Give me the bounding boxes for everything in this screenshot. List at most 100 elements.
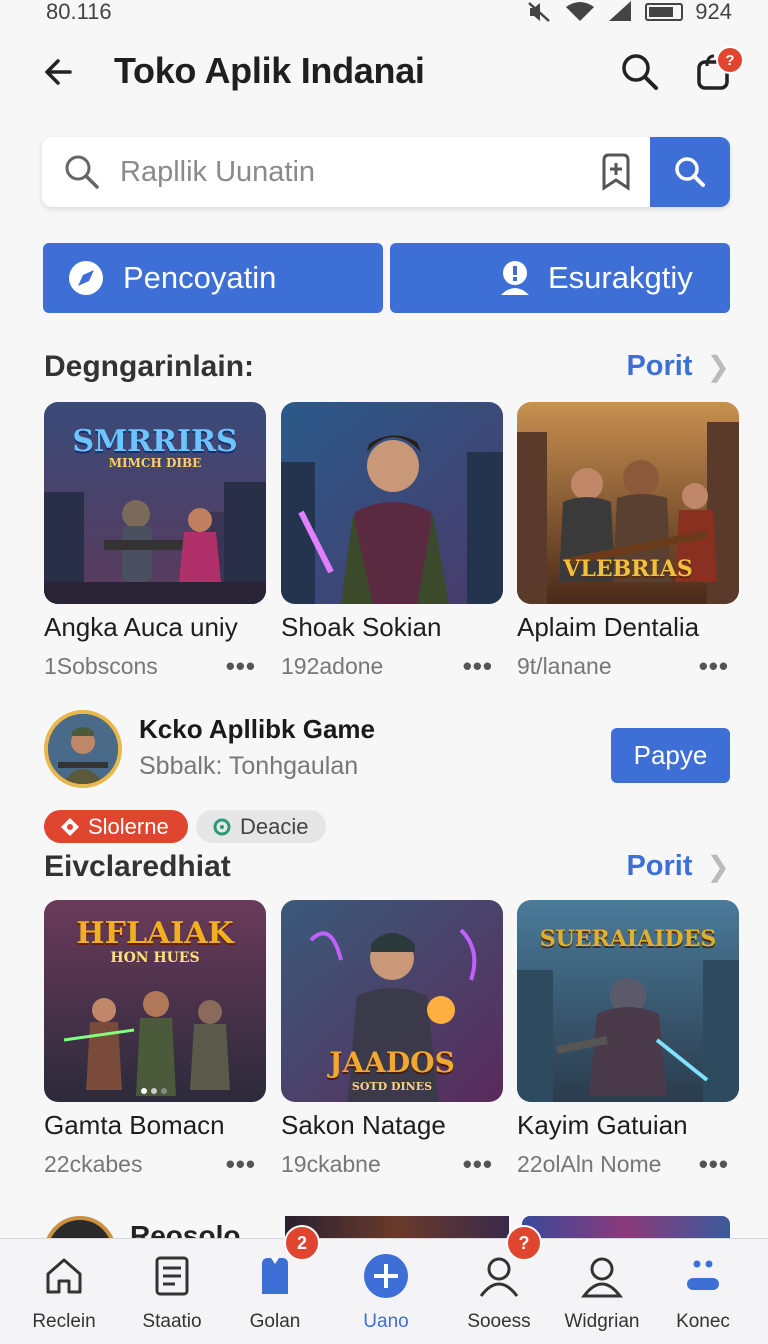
search-icon — [622, 54, 658, 90]
diamond-icon — [61, 817, 79, 836]
nav-label: Staatio — [142, 1311, 202, 1332]
search-icon — [65, 155, 99, 189]
app-meta: 9t/lanane — [517, 653, 612, 679]
more-icon — [678, 1251, 728, 1301]
app-name: Shoak Sokian — [281, 612, 442, 642]
search-input[interactable] — [102, 137, 594, 207]
see-all-link[interactable]: Porit ❯ — [626, 350, 730, 383]
compass-icon — [69, 261, 103, 295]
app-thumbnail: SUERAIAIDES — [517, 900, 739, 1102]
art-title: SMRRIRS — [72, 424, 238, 459]
app-card[interactable]: VLEBRIAS Aplaim Dentalia 9t/lanane ••• — [517, 402, 739, 682]
app-card[interactable]: SMRRIRS MIMCH DIBE Angka Auca uniy 1Sobs… — [44, 402, 266, 682]
nav-games[interactable]: 2 Golan — [225, 1225, 325, 1344]
app-name: Kayim Gatuian — [517, 1110, 688, 1140]
app-meta: 192adone — [281, 653, 384, 679]
bookmark-icon: 2 — [250, 1225, 320, 1301]
nav-social[interactable]: ? Sooess — [449, 1225, 549, 1344]
back-button[interactable] — [40, 52, 80, 92]
app-meta: 22olAln Nome — [517, 1151, 662, 1177]
app-thumbnail: VLEBRIAS — [517, 402, 739, 604]
mute-icon — [528, 2, 551, 22]
featured-app-name: Kcko Apllibk Game — [139, 714, 375, 744]
app-meta: 19ckabne — [281, 1151, 381, 1177]
art-subtitle: MIMCH DIBE — [108, 456, 202, 470]
nav-label: Golan — [249, 1311, 301, 1332]
categories-label: Pencoyatin — [123, 260, 277, 295]
add-circle-icon — [361, 1251, 411, 1301]
header-cart-button[interactable]: ? — [692, 46, 744, 94]
art-subtitle: SOTD DINES — [351, 1080, 433, 1093]
status-icons: 924 — [527, 0, 732, 25]
nav-badge: ? — [506, 1225, 542, 1261]
categories-button[interactable]: Pencoyatin — [43, 243, 383, 313]
app-name: Gamta Bomacn — [44, 1110, 225, 1140]
nav-label: Uano — [363, 1311, 409, 1332]
app-card[interactable]: Shoak Sokian 192adone ••• — [281, 402, 503, 682]
art-title: HFLAIAK — [76, 916, 234, 951]
battery-icon — [645, 3, 684, 21]
search-icon — [675, 157, 705, 187]
filter-chip[interactable]: Deacie — [196, 810, 326, 843]
battery-level: 924 — [695, 0, 732, 24]
section-title: Eivclaredhiat — [44, 850, 231, 883]
app-meta-row: 192adone ••• — [281, 651, 503, 682]
more-options-icon[interactable]: ••• — [226, 1149, 256, 1180]
search-bar — [42, 137, 730, 207]
chip-label: Slolerne — [88, 813, 169, 839]
art-subtitle: HON HUES — [110, 950, 200, 966]
see-all-label: Porit — [626, 350, 693, 382]
more-options-icon[interactable]: ••• — [226, 651, 256, 682]
app-meta: 1Sobscons — [44, 653, 158, 679]
more-options-icon[interactable]: ••• — [463, 651, 493, 682]
profile-button[interactable]: Esurakgtiy — [390, 243, 730, 313]
featured-app-avatar — [44, 710, 122, 788]
app-card[interactable]: SUERAIAIDES Kayim Gatuian 22olAln Nome •… — [517, 900, 739, 1180]
see-all-link[interactable]: Porit ❯ — [626, 850, 730, 883]
app-card[interactable]: HFLAIAK HON HUES Gamta Bomacn 22ckabes •… — [44, 900, 266, 1180]
nav-label: Konec — [676, 1311, 730, 1332]
app-name: Aplaim Dentalia — [517, 612, 700, 642]
see-all-label: Porit — [626, 850, 693, 882]
profile-icon — [577, 1251, 627, 1301]
nav-label: Widgrian — [564, 1311, 640, 1332]
app-header: Toko Aplik Indanai ? — [0, 40, 768, 104]
app-store-screen: 80.116 924 Toko Aplik Indanai ? Rapllik … — [0, 0, 768, 1344]
status-bar: 80.116 924 — [0, 0, 768, 24]
app-meta-row: 19ckabne ••• — [281, 1149, 503, 1180]
user-alert-icon — [501, 261, 529, 295]
search-submit-button[interactable] — [650, 137, 730, 207]
more-options-icon[interactable]: ••• — [463, 1149, 493, 1180]
app-card[interactable]: JAADOS SOTD DINES Sakon Natage 19ckabne … — [281, 900, 503, 1180]
nav-widgets[interactable]: Widgrian — [552, 1239, 652, 1344]
nav-home[interactable]: Reclein — [14, 1239, 114, 1344]
more-options-icon[interactable]: ••• — [699, 1149, 729, 1180]
nav-label: Reclein — [32, 1311, 96, 1332]
art-title: JAADOS — [329, 1046, 455, 1079]
header-search-button[interactable] — [618, 50, 662, 94]
app-thumbnail: SMRRIRS MIMCH DIBE — [44, 402, 266, 604]
more-options-icon[interactable]: ••• — [699, 651, 729, 682]
nav-more[interactable]: Konec — [653, 1239, 753, 1344]
app-meta-row: 9t/lanane ••• — [517, 651, 739, 682]
play-button[interactable]: Papye — [611, 728, 730, 783]
app-meta: 22ckabes — [44, 1151, 143, 1177]
app-thumbnail — [281, 402, 503, 604]
app-meta-row: 22olAln Nome ••• — [517, 1149, 739, 1180]
featured-app-subtitle: Sbbalk: Tonhgaulan — [139, 752, 359, 780]
bookmark-add-button[interactable] — [594, 150, 638, 194]
nav-stats[interactable]: Staatio — [122, 1239, 222, 1344]
filter-chip[interactable]: Slolerne — [44, 810, 188, 843]
arrow-left-icon — [45, 59, 72, 85]
signal-icon — [609, 1, 632, 21]
wifi-icon — [566, 2, 595, 21]
app-meta-row: 1Sobscons ••• — [44, 651, 266, 682]
featured-app-row[interactable]: Kcko Apllibk Game Sbbalk: Tonhgaulan Pap… — [44, 710, 734, 794]
art-title: VLEBRIAS — [563, 556, 693, 582]
nav-add[interactable]: Uano — [336, 1239, 436, 1344]
app-meta-row: 22ckabes ••• — [44, 1149, 266, 1180]
bookmark-plus-icon — [602, 153, 630, 191]
status-time: 80.116 — [46, 0, 112, 24]
bottom-navigation: Reclein Staatio 2 Golan Uano ? Sooess Wi… — [0, 1225, 768, 1344]
home-icon — [39, 1251, 89, 1301]
